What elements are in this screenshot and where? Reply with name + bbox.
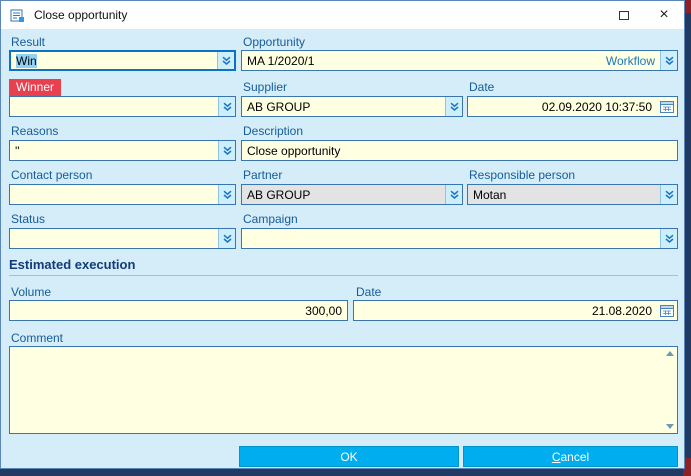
winner-field[interactable] — [9, 96, 236, 117]
reasons-field[interactable]: '' — [9, 140, 236, 161]
comment-label: Comment — [11, 331, 64, 345]
partner-field[interactable]: AB GROUP — [241, 184, 463, 205]
volume-value: 300,00 — [305, 303, 342, 318]
dropdown-icon[interactable] — [445, 185, 462, 204]
status-field[interactable] — [9, 228, 236, 249]
dropdown-icon[interactable] — [660, 185, 677, 204]
result-value: Win — [16, 53, 37, 68]
dropdown-icon[interactable] — [660, 51, 677, 70]
section-title-estimated-execution: Estimated execution — [9, 257, 136, 272]
window-title: Close opportunity — [34, 8, 128, 22]
winner-label: Winner — [9, 79, 62, 96]
estimated-date-field[interactable]: 21.08.2020 — [353, 300, 678, 321]
date-value: 02.09.2020 10:37:50 — [541, 99, 652, 114]
ok-button-label: OK — [340, 449, 358, 464]
maximize-icon — [619, 10, 629, 20]
opportunity-label: Opportunity — [243, 35, 306, 49]
scroll-up-icon[interactable] — [666, 351, 674, 356]
section-divider — [9, 275, 678, 276]
dropdown-icon[interactable] — [217, 52, 234, 69]
close-button[interactable]: × — [644, 1, 684, 29]
dropdown-icon[interactable] — [218, 185, 235, 204]
close-icon: × — [659, 6, 669, 23]
calendar-icon[interactable] — [657, 97, 677, 116]
campaign-field[interactable] — [241, 228, 678, 249]
description-value: Close opportunity — [247, 143, 341, 158]
calendar-icon[interactable] — [657, 301, 677, 320]
cancel-button-label: Cancel — [551, 449, 590, 464]
screen: Close opportunity × Result Opportunity W… — [0, 0, 691, 476]
maximize-button[interactable] — [604, 1, 644, 29]
campaign-label: Campaign — [243, 212, 298, 226]
date-field[interactable]: 02.09.2020 10:37:50 — [467, 96, 678, 117]
responsible-person-field[interactable]: Motan — [467, 184, 678, 205]
dropdown-icon[interactable] — [445, 97, 462, 116]
window-icon — [10, 7, 26, 23]
comment-input[interactable] — [9, 346, 678, 434]
partner-label: Partner — [243, 168, 283, 182]
dropdown-icon[interactable] — [218, 141, 235, 160]
dropdown-icon[interactable] — [218, 97, 235, 116]
date-label: Date — [469, 80, 495, 94]
partner-value: AB GROUP — [247, 187, 311, 202]
ok-button[interactable]: OK — [239, 446, 459, 467]
contact-person-field[interactable] — [9, 184, 236, 205]
close-opportunity-dialog: Close opportunity × Result Opportunity W… — [0, 0, 685, 469]
volume-label: Volume — [11, 285, 52, 299]
result-field[interactable]: Win — [9, 50, 236, 71]
result-label: Result — [11, 35, 46, 49]
status-label: Status — [11, 212, 46, 226]
dropdown-icon[interactable] — [660, 229, 677, 248]
estimated-date-label: Date — [356, 285, 382, 299]
supplier-value: AB GROUP — [247, 99, 311, 114]
opportunity-field[interactable]: MA 1/2020/1 Workflow — [241, 50, 678, 71]
supplier-field[interactable]: AB GROUP — [241, 96, 463, 117]
responsible-person-value: Motan — [473, 187, 507, 202]
contact-person-label: Contact person — [11, 168, 93, 182]
opportunity-value: MA 1/2020/1 — [247, 53, 315, 68]
reasons-label: Reasons — [11, 124, 59, 138]
dropdown-icon[interactable] — [218, 229, 235, 248]
supplier-label: Supplier — [243, 80, 288, 94]
volume-field[interactable]: 300,00 — [9, 300, 348, 321]
titlebar: Close opportunity × — [1, 1, 684, 29]
cancel-button[interactable]: Cancel — [463, 446, 678, 467]
estimated-date-value: 21.08.2020 — [591, 303, 652, 318]
workflow-link[interactable]: Workflow — [606, 54, 660, 68]
scroll-down-icon[interactable] — [666, 424, 674, 429]
responsible-person-label: Responsible person — [469, 168, 576, 182]
reasons-value: '' — [15, 143, 20, 158]
description-label: Description — [243, 124, 304, 138]
description-field[interactable]: Close opportunity — [241, 140, 678, 161]
